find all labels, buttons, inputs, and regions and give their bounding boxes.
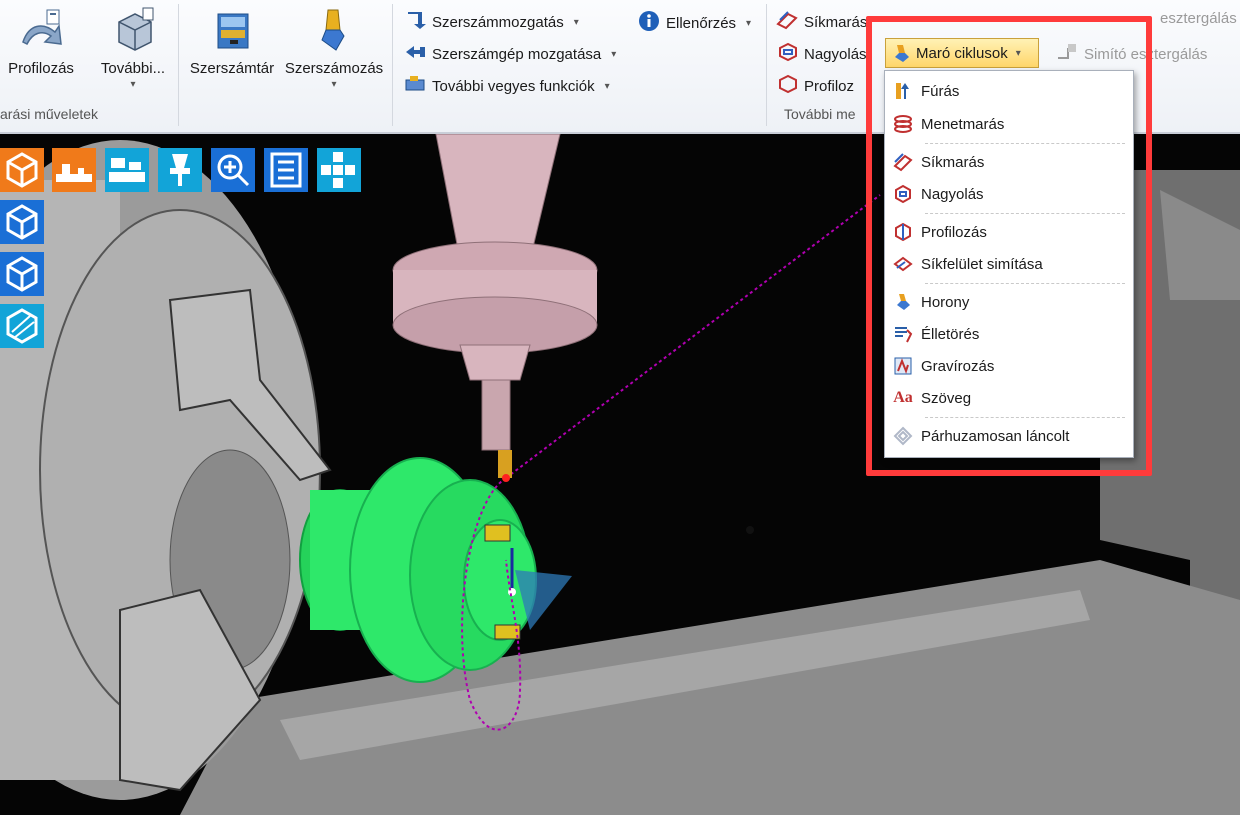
tool-tip-marker: [502, 474, 510, 482]
tool-holder-nose: [459, 344, 531, 381]
more-label: További...: [100, 60, 166, 77]
rough-ribbon-label: Nagyolás: [804, 45, 867, 63]
machine-view-button[interactable]: [52, 148, 96, 192]
profiling-icon: [17, 6, 65, 54]
verify-button[interactable]: Ellenőrzés ▾: [638, 10, 751, 36]
profile-ribbon-button[interactable]: Profiloz: [776, 74, 854, 98]
grid-icon: [321, 152, 355, 188]
view-solid-button[interactable]: [0, 148, 44, 192]
rough-icon: [776, 42, 798, 66]
group-label-milling: arási műveletek: [0, 106, 99, 122]
turning-button[interactable]: esztergálás: [1160, 10, 1237, 27]
turning-label: esztergálás: [1160, 10, 1237, 27]
cube-icon: [6, 152, 38, 188]
info-icon: [638, 10, 660, 36]
zoom-button[interactable]: [211, 148, 255, 192]
view-cube-icon: [6, 256, 38, 292]
chevron-down-icon: ▾: [746, 17, 752, 29]
milling-tool: [498, 450, 512, 478]
more-button[interactable]: További... ▾: [92, 6, 174, 90]
chevron-down-icon: ▾: [604, 80, 610, 92]
fixture-mark-top: [484, 524, 511, 542]
view-cube-icon: [6, 204, 38, 240]
face-mill-icon: [776, 10, 798, 34]
machine-tool-icon: [109, 158, 145, 182]
scene-point: [746, 526, 754, 534]
chevron-down-icon: ▾: [611, 48, 617, 60]
cube-icon: [109, 6, 157, 54]
tool-holder-icon: [170, 154, 190, 186]
tool-move-label: Szerszámmozgatás: [432, 13, 564, 31]
face-mill-ribbon-button[interactable]: Síkmarás: [776, 10, 867, 34]
zoom-in-icon: [217, 154, 250, 187]
face-mill-ribbon-label: Síkmarás: [804, 13, 868, 31]
machine-move-button[interactable]: Szerszámgép mozgatása ▾: [404, 42, 616, 66]
list-button[interactable]: [264, 148, 308, 192]
rough-ribbon-button[interactable]: Nagyolás: [776, 42, 867, 66]
view-section-button[interactable]: [0, 304, 44, 348]
machine-move-icon: [404, 42, 426, 66]
section-cube-icon: [6, 308, 38, 344]
profile-ribbon-label: Profiloz: [804, 77, 855, 95]
tool-shank: [481, 379, 511, 451]
tool-library-button[interactable]: Szerszámtár: [186, 6, 278, 77]
tool-move-icon: [404, 10, 426, 34]
list-icon: [270, 152, 302, 188]
group-separator: [392, 4, 393, 126]
profiling-label: Profilozás: [8, 60, 74, 77]
group-label-more: További me: [784, 106, 856, 122]
misc-functions-label: További vegyes funkciók: [432, 77, 595, 95]
tooling-button[interactable]: Szerszámozás ▾: [282, 6, 386, 90]
tooling-label: Szerszámozás: [284, 60, 384, 77]
machine-icon: [56, 164, 92, 182]
tooling-icon: [310, 6, 358, 54]
profile-icon: [776, 74, 798, 98]
tool-view-button[interactable]: [158, 148, 202, 192]
tool-cabinet-icon: [208, 6, 256, 54]
tool-holder-taper: [435, 134, 561, 261]
group-separator: [178, 4, 179, 126]
machine-move-label: Szerszámgép mozgatása: [432, 45, 602, 63]
misc-functions-button[interactable]: További vegyes funkciók ▾: [404, 74, 610, 98]
chevron-down-icon: ▾: [573, 16, 579, 28]
chevron-down-icon: ▾: [331, 79, 337, 90]
group-separator: [766, 4, 767, 126]
view-front-button[interactable]: [0, 200, 44, 244]
tool-library-label: Szerszámtár: [189, 60, 275, 77]
fixture-mark-bottom: [494, 624, 521, 640]
tool-move-button[interactable]: Szerszámmozgatás ▾: [404, 10, 579, 34]
grid-button[interactable]: [317, 148, 361, 192]
view-iso-button[interactable]: [0, 252, 44, 296]
profiling-button[interactable]: Profilozás: [2, 6, 80, 77]
chevron-down-icon: ▾: [130, 79, 136, 90]
simulation-button[interactable]: [105, 148, 149, 192]
misc-functions-icon: [404, 74, 426, 98]
verify-label: Ellenőrzés: [666, 14, 737, 32]
highlight-frame: [866, 16, 1152, 476]
